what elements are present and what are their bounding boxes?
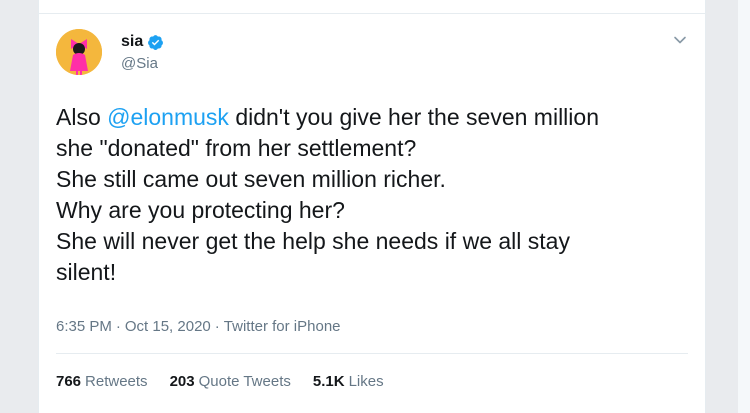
tweet-meta: 6:35 PM · Oct 15, 2020 · Twitter for iPhone <box>56 318 341 335</box>
likes-label: Likes <box>348 373 384 390</box>
likes-count: 5.1K <box>312 373 345 390</box>
tweet-source[interactable]: Twitter for iPhone <box>224 318 341 335</box>
tweet-time[interactable]: 6:35 PM <box>56 318 112 335</box>
tweet-line-2: she "donated" from her settlement? <box>56 135 417 161</box>
right-edge-panel <box>738 0 750 413</box>
tweet-line-1: Also @elonmusk didn't you give her the s… <box>56 102 696 133</box>
tweet-line-3: She still came out seven million richer. <box>56 166 446 192</box>
author-name-row[interactable]: sia <box>121 33 164 51</box>
verified-badge-icon <box>148 34 164 50</box>
quote-tweets-stat[interactable]: 203 Quote Tweets <box>170 373 291 390</box>
tweet-line-4: Why are you protecting her? <box>56 197 345 223</box>
retweets-stat[interactable]: 766 Retweets <box>56 373 148 390</box>
display-name[interactable]: sia <box>121 33 143 51</box>
mention-link[interactable]: @elonmusk <box>107 104 229 130</box>
chevron-down-icon[interactable] <box>672 32 688 48</box>
avatar-image <box>56 29 102 75</box>
likes-stat[interactable]: 5.1K Likes <box>313 373 384 390</box>
tweet-text-segment: Also <box>56 104 108 130</box>
quote-tweets-count: 203 <box>169 373 195 390</box>
stats-divider <box>56 353 688 354</box>
retweets-label: Retweets <box>85 373 148 390</box>
avatar[interactable] <box>56 29 102 75</box>
tweet-text-segment: didn't you give her the seven million <box>228 104 599 130</box>
meta-separator: · <box>115 318 121 335</box>
tweet-card: sia @Sia Also @elonmusk didn't you give … <box>38 0 706 413</box>
engagement-stats: 766 Retweets 203 Quote Tweets 5.1K Likes <box>56 373 406 390</box>
author-handle[interactable]: @Sia <box>121 55 158 72</box>
retweets-count: 766 <box>56 373 82 390</box>
quote-tweets-label: Quote Tweets <box>198 373 291 390</box>
top-divider <box>39 13 705 14</box>
tweet-text: Also @elonmusk didn't you give her the s… <box>56 102 696 288</box>
meta-separator: · <box>214 318 220 335</box>
tweet-line-5: She will never get the help she needs if… <box>56 228 570 254</box>
tweet-line-6: silent! <box>56 259 117 285</box>
tweet-date[interactable]: Oct 15, 2020 <box>125 318 211 335</box>
